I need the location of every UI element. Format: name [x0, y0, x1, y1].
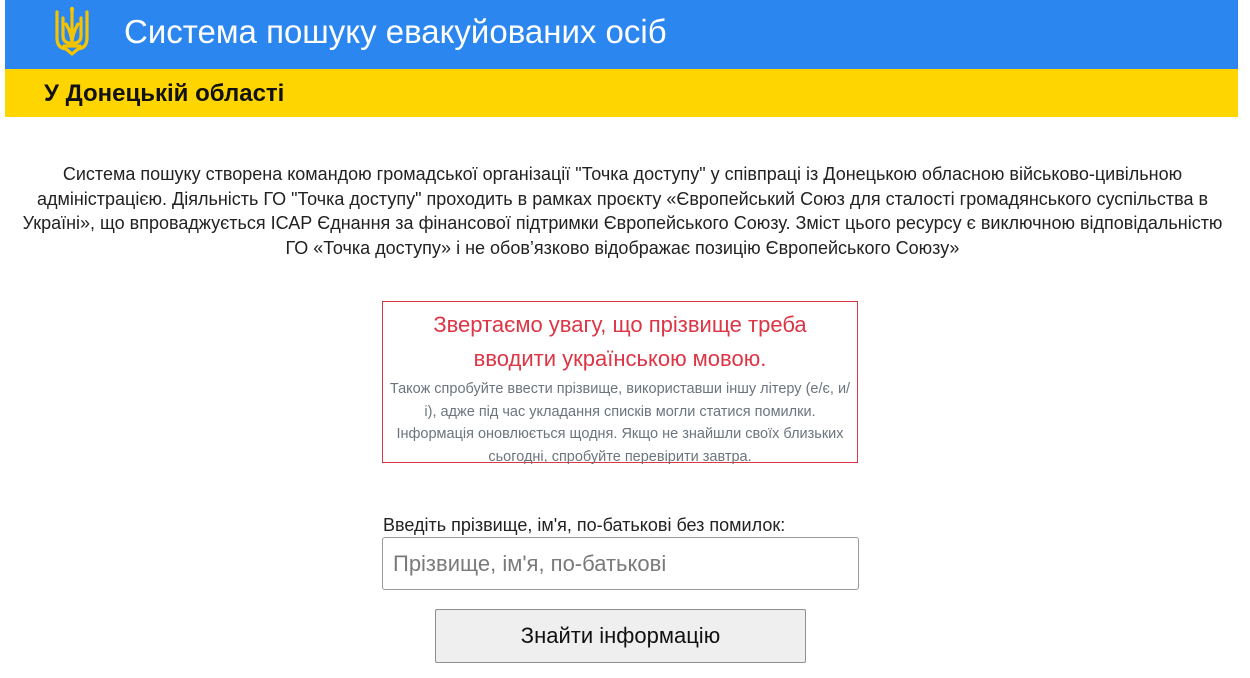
notice-main-text: Звертаємо увагу, що прізвище треба вводи…: [433, 312, 807, 371]
region-bar: У Донецькій області: [5, 69, 1238, 117]
name-input-label: Введіть прізвище, ім'я, по-батькові без …: [383, 515, 786, 535]
project-description: Система пошуку створена командою громадс…: [22, 164, 1223, 258]
header-bar: Система пошуку евакуйованих осіб: [5, 0, 1238, 69]
site-title: Система пошуку евакуйованих осіб: [124, 13, 667, 50]
full-name-input[interactable]: [382, 537, 859, 590]
find-info-button[interactable]: Знайти інформацію: [435, 609, 806, 663]
language-notice: Звертаємо увагу, що прізвище треба вводи…: [382, 301, 858, 465]
notice-hint-text: Також спробуйте ввести прізвище, викорис…: [389, 381, 851, 465]
trident-icon: [55, 6, 89, 56]
page: Система пошуку евакуйованих осіб У Донец…: [0, 0, 1250, 678]
region-title: У Донецькій області: [44, 80, 285, 107]
